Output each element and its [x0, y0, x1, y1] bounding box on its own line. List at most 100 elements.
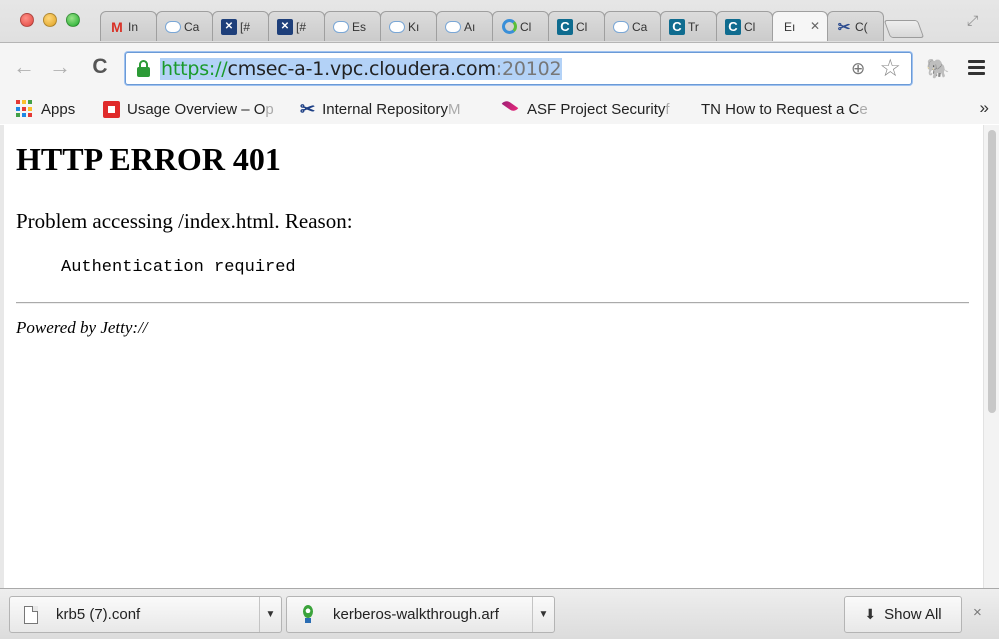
bookmark-label-fade: M [448, 100, 461, 118]
tab-label: Tr [688, 19, 699, 34]
tab-label: [# [296, 19, 307, 34]
error-message: Authentication required [61, 258, 296, 277]
zoom-icon[interactable]: ⊕ [851, 60, 869, 78]
tab-cloudera-2[interactable]: C Tr [660, 11, 717, 41]
hamburger-menu-icon[interactable] [966, 57, 988, 79]
tab-cloudera-3[interactable]: C Cl [716, 11, 773, 41]
download-menu-button[interactable]: ▼ [259, 597, 281, 632]
url-text[interactable]: https://cmsec-a-1.vpc.cloudera.com:20102 [160, 58, 563, 80]
download-filename: kerberos-walkthrough.arf [333, 606, 499, 623]
bookmark-star-icon[interactable]: ☆ [879, 56, 901, 82]
download-shelf: krb5 (7).conf ▼ kerberos-walkthrough.arf… [0, 588, 999, 639]
bookmarks-overflow-icon[interactable]: » [980, 98, 989, 118]
download-open[interactable]: krb5 (7).conf [10, 597, 259, 632]
close-tab-icon[interactable]: ✕ [810, 19, 820, 33]
bookmark-label: ASF Project Security [527, 100, 666, 118]
tab-cloud-4[interactable]: Aı [436, 11, 493, 41]
tab-circle[interactable]: Cl [492, 11, 549, 41]
new-tab-button[interactable] [883, 20, 925, 38]
tab-scissors[interactable]: ✂ C( [827, 11, 884, 41]
download-item[interactable]: kerberos-walkthrough.arf ▼ [286, 596, 555, 633]
apache-feather-icon [500, 99, 520, 119]
cloud-icon [445, 19, 461, 35]
gmail-icon: M [111, 18, 123, 35]
window-controls [20, 13, 80, 27]
bookmark-label-fade: f [665, 100, 670, 118]
show-all-label: Show All [884, 606, 942, 623]
bookmark-asf-security[interactable]: ASF Project Security f [500, 97, 680, 121]
minimize-window-button[interactable] [43, 13, 57, 27]
dropdown-arrow-icon: ▼ [538, 609, 549, 620]
tab-label: Es [352, 19, 367, 34]
circle-logo-icon [501, 19, 517, 35]
bookmark-label-fade: e [859, 100, 868, 118]
cloud-icon [165, 19, 181, 35]
bookmark-internal-repository[interactable]: ✂ Internal Repository M [300, 97, 480, 121]
bookmark-apps[interactable]: Apps [16, 97, 75, 121]
bookmark-label: TN How to Request a C [701, 100, 860, 118]
tab-active-error[interactable]: Eı ✕ [772, 11, 828, 41]
address-bar[interactable]: https://cmsec-a-1.vpc.cloudera.com:20102… [125, 52, 912, 85]
lock-icon[interactable] [136, 60, 151, 78]
tab-label: Kı [408, 19, 420, 34]
cloud-icon [389, 19, 405, 35]
tab-cloud-2[interactable]: Es [324, 11, 381, 41]
url-host: cmsec-a-1.vpc.cloudera.com [227, 58, 496, 80]
bookmark-usage-overview[interactable]: Usage Overview – Op [103, 97, 280, 121]
tab-label: Aı [464, 19, 476, 34]
browser-chrome: M In Ca ✕ [# ✕ [# Es Kı Aı Cl C Cl Ca C … [0, 0, 999, 124]
tab-label: In [128, 19, 139, 34]
cloud-icon [333, 19, 349, 35]
evernote-extension-icon[interactable]: 🐘 [926, 57, 950, 80]
back-arrow-icon[interactable]: ← [12, 55, 36, 79]
tab-label: Cl [744, 19, 756, 34]
show-all-button[interactable]: ⬇ Show All [844, 596, 962, 633]
tab-jira-1[interactable]: ✕ [# [212, 11, 269, 41]
download-filename: krb5 (7).conf [56, 606, 141, 623]
scrollbar-thumb[interactable] [988, 130, 996, 413]
error-reason: Problem accessing /index.html. Reason: [16, 209, 353, 233]
cloud-icon [613, 19, 629, 35]
zoom-window-button[interactable] [66, 13, 80, 27]
cloudera-c-icon: C [725, 18, 741, 35]
tab-gmail[interactable]: M In [100, 11, 157, 41]
webex-recording-icon [301, 605, 315, 624]
page-title: HTTP ERROR 401 [16, 141, 281, 177]
page-content: HTTP ERROR 401 Problem accessing /index.… [4, 125, 983, 588]
usage-overview-icon [103, 100, 120, 118]
close-window-button[interactable] [20, 13, 34, 27]
fullscreen-icon[interactable]: ⤢ [967, 12, 985, 30]
powered-by: Powered by Jetty:// [16, 318, 148, 337]
tab-label: Ca [632, 19, 648, 34]
url-port: :20102 [495, 58, 562, 80]
download-menu-button[interactable]: ▼ [532, 597, 554, 632]
forward-arrow-icon[interactable]: → [48, 55, 72, 79]
scissors-x-icon: ✂ [837, 18, 851, 36]
divider [16, 302, 969, 304]
download-arrow-icon: ⬇ [864, 606, 877, 622]
bookmark-tn-request[interactable]: TN How to Request a Ce [694, 97, 879, 121]
tab-cloud-3[interactable]: Kı [380, 11, 437, 41]
tab-label: Ca [184, 19, 200, 34]
tab-jira-2[interactable]: ✕ [# [268, 11, 325, 41]
bookmark-label-fade: p [265, 100, 274, 118]
bookmark-label: Apps [41, 100, 76, 118]
bookmark-label: Internal Repository [322, 100, 448, 118]
vertical-scrollbar[interactable] [983, 125, 999, 588]
tab-label: C( [855, 19, 868, 34]
tab-label: Cl [520, 19, 532, 34]
close-shelf-icon[interactable]: × [973, 604, 982, 621]
download-item[interactable]: krb5 (7).conf ▼ [9, 596, 282, 633]
tab-label: Cl [576, 19, 588, 34]
reload-icon[interactable]: C [88, 55, 112, 79]
tab-cloud-5[interactable]: Ca [604, 11, 661, 41]
apps-grid-icon [16, 100, 34, 118]
jira-shield-icon: ✕ [277, 18, 293, 35]
tab-cloudera-1[interactable]: C Cl [548, 11, 605, 41]
scissors-x-icon: ✂ [300, 98, 316, 119]
tab-strip: M In Ca ✕ [# ✕ [# Es Kı Aı Cl C Cl Ca C … [100, 11, 925, 41]
download-open[interactable]: kerberos-walkthrough.arf [287, 597, 532, 632]
jira-shield-icon: ✕ [221, 18, 237, 35]
dropdown-arrow-icon: ▼ [265, 609, 276, 620]
tab-cloud-1[interactable]: Ca [156, 11, 213, 41]
